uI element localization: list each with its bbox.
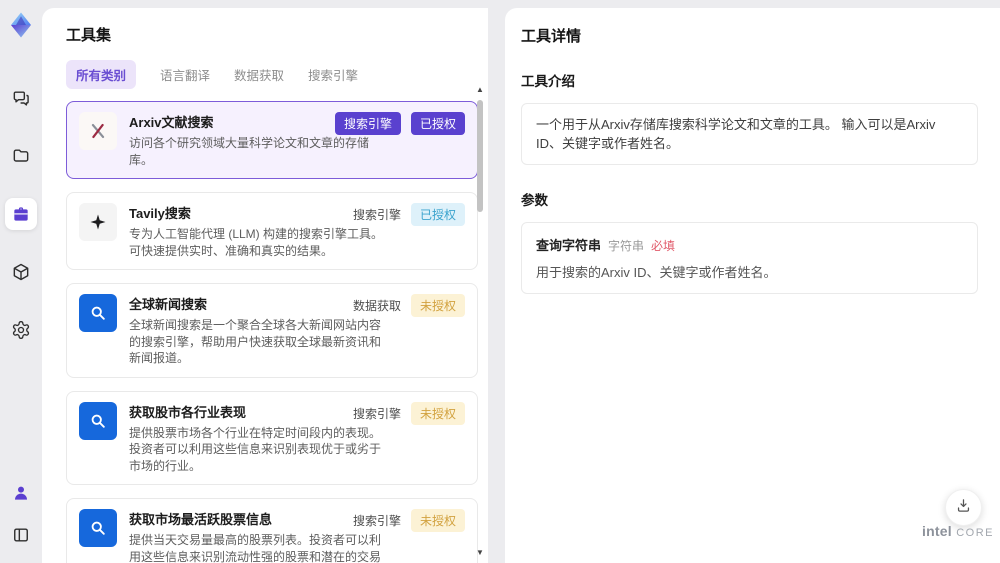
intel-core-logo: intel CORE <box>922 523 994 541</box>
tool-card[interactable]: 获取市场最活跃股票信息提供当天交易量最高的股票列表。投资者可以利用这些信息来识别… <box>66 498 478 563</box>
tool-card[interactable]: 获取股市各行业表现提供股票市场各个行业在特定时间段内的表现。投资者可以利用这些信… <box>66 390 478 485</box>
sidebar-item-tools[interactable] <box>5 198 37 230</box>
tool-card-meta: 搜索引擎 未授权 <box>353 509 465 532</box>
intro-heading: 工具介绍 <box>521 74 575 89</box>
blue-search-icon <box>79 401 117 440</box>
tool-name: 全球新闻搜索 <box>129 297 208 312</box>
download-icon <box>955 497 972 519</box>
tool-card-meta: 搜索引擎 已授权 <box>353 203 465 226</box>
tool-card-body: 获取市场最活跃股票信息提供当天交易量最高的股票列表。投资者可以利用这些信息来识别… <box>129 509 383 563</box>
tab-category-1[interactable]: 语言翻译 <box>160 65 210 84</box>
tab-category-0[interactable]: 所有类别 <box>66 60 137 89</box>
tool-category-tag: 搜索引擎 <box>334 112 401 135</box>
cube-icon <box>11 262 31 282</box>
arxiv-logo-icon <box>79 112 117 150</box>
briefcase-icon <box>11 204 31 224</box>
param-type: 字符串 <box>608 239 645 253</box>
tool-category-tag: 数据获取 <box>352 299 401 313</box>
gear-icon <box>11 320 31 340</box>
tool-category-tag: 搜索引擎 <box>352 208 401 222</box>
scroll-up-icon[interactable]: ▲ <box>475 86 485 94</box>
tool-name: 获取股市各行业表现 <box>129 404 247 420</box>
brand-word-intel: intel <box>922 523 952 539</box>
sidebar-item-collapse[interactable] <box>5 519 37 551</box>
intro-text: 一个用于从Arxiv存储库搜索科学论文和文章的工具。 输入可以是Arxiv ID… <box>536 117 936 151</box>
star-icon <box>79 203 117 241</box>
tool-description: 提供当天交易量最高的股票列表。投资者可以利用这些信息来识别流动性强的股票和潜在的… <box>129 533 382 563</box>
tool-description: 提供股票市场各个行业在特定时间段内的表现。投资者可以利用这些信息来识别表现优于或… <box>129 425 382 473</box>
param-box: 查询字符串 字符串 必填 用于搜索的Arxiv ID、关键字或作者姓名。 <box>521 222 978 294</box>
tool-card-meta: 搜索引擎 已授权 <box>334 112 465 135</box>
app-logo-icon <box>6 10 36 40</box>
sidebar-item-account[interactable] <box>5 477 37 509</box>
params-heading: 参数 <box>521 193 548 208</box>
download-button[interactable] <box>945 489 982 526</box>
intro-box: 一个用于从Arxiv存储库搜索科学论文和文章的工具。 输入可以是Arxiv ID… <box>521 103 978 165</box>
sidebar-item-chat[interactable] <box>5 82 37 114</box>
tool-card[interactable]: Tavily搜索专为人工智能代理 (LLM) 构建的搜索引擎工具。可快速提供实时… <box>66 192 478 270</box>
param-name: 查询字符串 <box>536 238 602 253</box>
param-required-badge: 必填 <box>651 239 676 253</box>
tool-card[interactable]: 全球新闻搜索全球新闻搜索是一个聚合全球各大新闻网站内容的搜索引擎，帮助用户快速获… <box>66 283 478 378</box>
category-tabs: 所有类别 语言翻译 数据获取 搜索引擎 <box>66 60 488 89</box>
blue-search-icon <box>79 509 117 547</box>
tool-list-panel: 工具集 所有类别 语言翻译 数据获取 搜索引擎 Arxiv文献搜索 访问各个研究领域大量… <box>42 8 488 563</box>
param-description: 用于搜索的Arxiv ID、关键字或作者姓名。 <box>536 265 777 280</box>
tab-category-2[interactable]: 数据获取 <box>234 65 284 84</box>
tool-status-badge: 未授权 <box>410 401 465 425</box>
sidebar-item-settings[interactable] <box>5 314 37 346</box>
tool-card-body: 获取股市各行业表现提供股票市场各个行业在特定时间段内的表现。投资者可以利用这些信… <box>129 402 383 475</box>
folder-icon <box>11 146 31 166</box>
tool-category-tag: 搜索引擎 <box>352 406 401 421</box>
sidebar-item-plugins[interactable] <box>5 256 37 288</box>
sidebar-item-files[interactable] <box>5 140 37 172</box>
tool-cards-list: Arxiv文献搜索 访问各个研究领域大量科学论文和文章的存储库。 搜索引擎 已授权 Ta… <box>66 101 478 563</box>
page-title: 工具集 <box>66 27 112 44</box>
panel-toggle-icon <box>11 525 31 545</box>
tool-card-meta: 数据获取 未授权 <box>353 294 465 317</box>
sidebar-rail <box>0 0 42 563</box>
tool-status-badge: 未授权 <box>410 509 465 532</box>
tool-card-body: Tavily搜索专为人工智能代理 (LLM) 构建的搜索引擎工具。可快速提供实时… <box>129 203 383 259</box>
tool-detail-panel: 工具详情 工具介绍 一个用于从Arxiv存储库搜索科学论文和文章的工具。 输入可… <box>505 8 1000 563</box>
tool-status-badge: 已授权 <box>410 112 465 135</box>
scroll-down-icon[interactable]: ▼ <box>475 549 485 557</box>
user-icon <box>11 483 31 503</box>
tool-name: 获取市场最活跃股票信息 <box>129 512 273 527</box>
chat-icon <box>11 88 31 108</box>
tool-status-badge: 已授权 <box>410 203 465 226</box>
blue-search-icon <box>79 294 117 332</box>
tool-category-tag: 搜索引擎 <box>352 514 401 528</box>
sidebar-bottom <box>5 477 37 551</box>
sidebar-nav <box>5 82 37 346</box>
tool-description: 全球新闻搜索是一个聚合全球各大新闻网站内容的搜索引擎，帮助用户快速获取全球最新资… <box>129 318 382 365</box>
tool-card-body: 全球新闻搜索全球新闻搜索是一个聚合全球各大新闻网站内容的搜索引擎，帮助用户快速获… <box>129 294 383 367</box>
tool-card-meta: 搜索引擎 未授权 <box>352 401 465 425</box>
tab-category-3[interactable]: 搜索引擎 <box>308 65 358 84</box>
brand-word-core: CORE <box>956 527 995 539</box>
tool-description: 访问各个研究领域大量科学论文和文章的存储库。 <box>129 136 370 167</box>
detail-title: 工具详情 <box>521 28 582 45</box>
tool-card[interactable]: Arxiv文献搜索 访问各个研究领域大量科学论文和文章的存储库。 搜索引擎 已授权 <box>66 101 478 179</box>
list-scrollbar[interactable]: ▲ ▼ <box>475 86 485 559</box>
tool-status-badge: 未授权 <box>410 294 465 317</box>
scrollbar-thumb[interactable] <box>477 100 483 212</box>
tool-name: Tavily搜索 <box>129 206 191 221</box>
tool-description: 专为人工智能代理 (LLM) 构建的搜索引擎工具。可快速提供实时、准确和真实的结… <box>129 227 384 258</box>
